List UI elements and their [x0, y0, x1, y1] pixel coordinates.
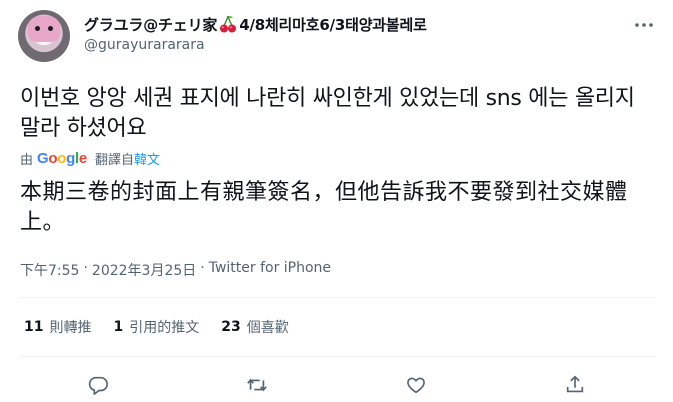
quotes-stat[interactable]: 1 引用的推文	[113, 317, 199, 337]
meta-separator: ·	[200, 260, 205, 276]
translation-by: 由	[20, 152, 34, 168]
tweet-source[interactable]: Twitter for iPhone	[209, 260, 331, 280]
google-logo: Google	[37, 149, 87, 167]
translated-from-label: 翻譯自	[94, 152, 134, 168]
tweet-text: 이번호 앙앙 세권 표지에 나란히 싸인한게 있었는데 sns 에는 올리지 말…	[20, 86, 635, 141]
translated-text: 本期三卷的封面上有親筆簽名，但他告訴我不要發到社交媒體上。	[20, 180, 628, 235]
divider	[20, 297, 656, 298]
display-name-part2[interactable]: 4/8체리마호6/3태양과볼레로	[239, 14, 427, 35]
more-options-icon[interactable]	[633, 14, 655, 36]
share-icon[interactable]	[562, 372, 588, 398]
source-language-link[interactable]: 韓文	[134, 149, 160, 168]
tweet-stats: 11 則轉推 1 引用的推文 23 個喜歡	[24, 316, 311, 338]
author-name-row[interactable]: グラユラ@チェリ家 4/8체리마호6/3태양과볼레로	[84, 13, 427, 35]
tweet-date[interactable]: 2022年3月25日	[92, 260, 196, 280]
retweets-stat[interactable]: 11 則轉推	[24, 317, 91, 337]
cherry-icon	[218, 14, 238, 34]
like-icon[interactable]	[403, 372, 429, 398]
author-handle[interactable]: @gurayurararara	[84, 37, 205, 53]
meta-separator: ·	[83, 260, 88, 276]
divider	[20, 356, 656, 357]
display-name-part1[interactable]: グラユラ@チェリ家	[84, 14, 217, 35]
retweet-icon[interactable]	[244, 372, 270, 398]
likes-stat[interactable]: 23 個喜歡	[221, 317, 288, 337]
avatar[interactable]	[18, 10, 70, 62]
tweet-time[interactable]: 下午7:55	[20, 260, 79, 280]
reply-icon[interactable]	[85, 372, 111, 398]
tweet-actions	[0, 366, 673, 402]
tweet-meta: 下午7:55 · 2022年3月25日 · Twitter for iPhone	[20, 260, 331, 280]
translation-attribution: 由 Google 翻譯自 韓文	[20, 148, 160, 168]
